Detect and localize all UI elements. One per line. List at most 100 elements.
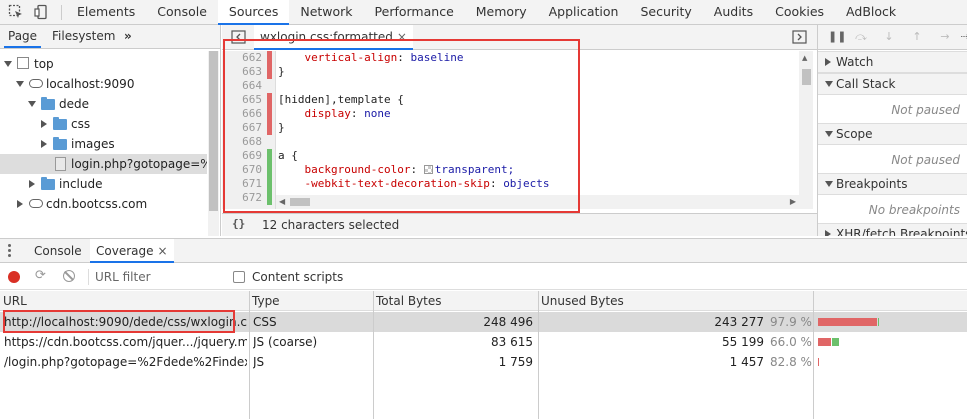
tab-performance[interactable]: Performance [364, 0, 465, 25]
type-cell: JS (coarse) [253, 335, 318, 349]
call-stack-status: Not paused [891, 103, 960, 117]
expand-arrow-icon[interactable] [16, 81, 24, 87]
content-scripts-label: Content scripts [252, 270, 344, 284]
tab-console[interactable]: Console [146, 0, 218, 25]
tab-adblock[interactable]: AdBlock [835, 0, 907, 25]
tab-sources[interactable]: Sources [217, 0, 290, 25]
column-header-type[interactable]: Type [249, 291, 373, 311]
folder-icon [41, 97, 55, 110]
tree-item-images[interactable]: images [0, 134, 207, 154]
content-scripts-checkbox[interactable] [233, 271, 245, 283]
unused-bytes-cell: 1 457 [729, 355, 764, 369]
unused-bytes-cell: 55 199 [722, 335, 764, 349]
toolbar-separator [88, 269, 89, 285]
device-toolbar-icon[interactable] [34, 4, 50, 20]
tree-item-include[interactable]: include [0, 174, 207, 194]
expand-arrow-icon[interactable] [28, 101, 36, 107]
highlight-box-editor [223, 39, 580, 213]
tree-label: top [34, 57, 54, 71]
collapse-arrow-icon [825, 230, 831, 236]
tree-item-dede[interactable]: dede [0, 94, 207, 114]
step-out-icon[interactable]: ↑ [910, 30, 924, 44]
editor-status-bar: {} 12 characters selected [222, 213, 817, 236]
tree-item-localhost[interactable]: localhost:9090 [0, 74, 207, 94]
tab-memory[interactable]: Memory [465, 0, 538, 25]
type-cell: CSS [253, 315, 277, 329]
column-header-usage-bar [813, 291, 967, 311]
scroll-up-arrow-icon[interactable]: ▲ [802, 54, 807, 62]
tree-label: css [71, 117, 91, 131]
tree-item-top[interactable]: top [0, 54, 207, 74]
step-icon[interactable]: → [938, 30, 952, 44]
scroll-right-arrow-icon[interactable]: ▶ [790, 197, 796, 206]
tab-application[interactable]: Application [538, 0, 630, 25]
tree-item-css[interactable]: css [0, 114, 207, 134]
column-divider[interactable] [538, 291, 539, 419]
reload-icon[interactable]: ⟳ [35, 269, 49, 283]
coverage-row[interactable]: https://cdn.bootcss.com/jquer.../jquery.… [0, 332, 967, 352]
tree-item-login-php[interactable]: login.php?gotopage=%2I [0, 154, 207, 174]
collapse-arrow-icon[interactable] [41, 140, 47, 148]
section-breakpoints[interactable]: Breakpoints [818, 173, 967, 195]
step-into-icon[interactable]: ↓ [882, 30, 896, 44]
unused-bytes-cell: 243 277 [714, 315, 764, 329]
total-bytes-cell: 248 496 [483, 315, 533, 329]
tab-elements[interactable]: Elements [66, 0, 146, 25]
column-header-unused-bytes[interactable]: Unused Bytes [538, 291, 813, 311]
scrollbar-thumb[interactable] [802, 69, 811, 85]
collapse-arrow-icon[interactable] [41, 120, 47, 128]
debugger-toolbar: ❚❚ ⤼ ↓ ↑ → ⇢ [818, 25, 967, 50]
clear-icon[interactable] [63, 270, 75, 282]
tab-page[interactable]: Page [4, 25, 42, 48]
folder-icon [53, 117, 67, 130]
column-divider[interactable] [373, 291, 374, 419]
tab-network[interactable]: Network [289, 0, 363, 25]
toggle-debugger-icon[interactable] [792, 30, 807, 44]
column-divider[interactable] [249, 291, 250, 419]
tab-security[interactable]: Security [629, 0, 702, 25]
collapse-arrow-icon [825, 58, 831, 66]
editor-vertical-scrollbar[interactable]: ▲ [799, 51, 813, 209]
drawer-menu-icon[interactable] [8, 244, 12, 258]
section-watch[interactable]: Watch [818, 51, 967, 73]
unused-bytes-bar [818, 358, 819, 366]
section-scope[interactable]: Scope [818, 123, 967, 145]
cloud-icon [29, 199, 43, 208]
expand-arrow-icon[interactable] [4, 61, 12, 67]
collapse-arrow-icon[interactable] [29, 180, 35, 188]
pretty-print-icon[interactable]: {} [232, 217, 245, 230]
usage-bar [818, 358, 821, 366]
tab-cookies[interactable]: Cookies [764, 0, 835, 25]
step-over-icon[interactable]: ⤼ [854, 30, 868, 44]
record-icon[interactable] [8, 271, 20, 283]
drawer-tab-label: Coverage [96, 244, 154, 258]
column-divider[interactable] [813, 291, 814, 419]
tab-audits[interactable]: Audits [703, 0, 764, 25]
pause-icon[interactable]: ❚❚ [828, 30, 846, 44]
navigator-scrollbar[interactable] [208, 51, 219, 236]
tree-label: cdn.bootcss.com [46, 197, 148, 211]
url-cell: https://cdn.bootcss.com/jquer.../jquery.… [4, 335, 247, 349]
main-tab-strip: Elements Console Sources Network Perform… [66, 0, 907, 25]
total-bytes-cell: 83 615 [491, 335, 533, 349]
coverage-toolbar: ⟳ Content scripts [0, 264, 967, 290]
inspect-element-icon[interactable] [8, 4, 24, 20]
url-filter-input[interactable] [95, 267, 215, 287]
section-call-stack[interactable]: Call Stack [818, 73, 967, 95]
more-tabs-chevron-icon[interactable]: » [124, 25, 132, 48]
tree-item-cdn-bootcss[interactable]: cdn.bootcss.com [0, 194, 207, 214]
scrollbar-thumb[interactable] [209, 51, 218, 211]
deactivate-breakpoints-icon[interactable]: ⇢ [958, 30, 967, 44]
cloud-icon [29, 79, 43, 88]
drawer-tab-console[interactable]: Console [28, 239, 88, 263]
column-header-url[interactable]: URL [0, 291, 249, 311]
collapse-arrow-icon[interactable] [17, 200, 23, 208]
coverage-row[interactable]: /login.php?gotopage=%2Fdede%2Findex.php … [0, 352, 967, 372]
column-header-total-bytes[interactable]: Total Bytes [373, 291, 538, 311]
drawer-tab-coverage[interactable]: Coverage × [90, 239, 174, 263]
tab-filesystem[interactable]: Filesystem [52, 25, 115, 48]
frame-icon [17, 57, 29, 69]
section-xhr-breakpoints[interactable]: XHR/fetch Breakpoints [818, 223, 967, 236]
section-title: XHR/fetch Breakpoints [836, 227, 967, 236]
close-tab-icon[interactable]: × [158, 244, 168, 258]
